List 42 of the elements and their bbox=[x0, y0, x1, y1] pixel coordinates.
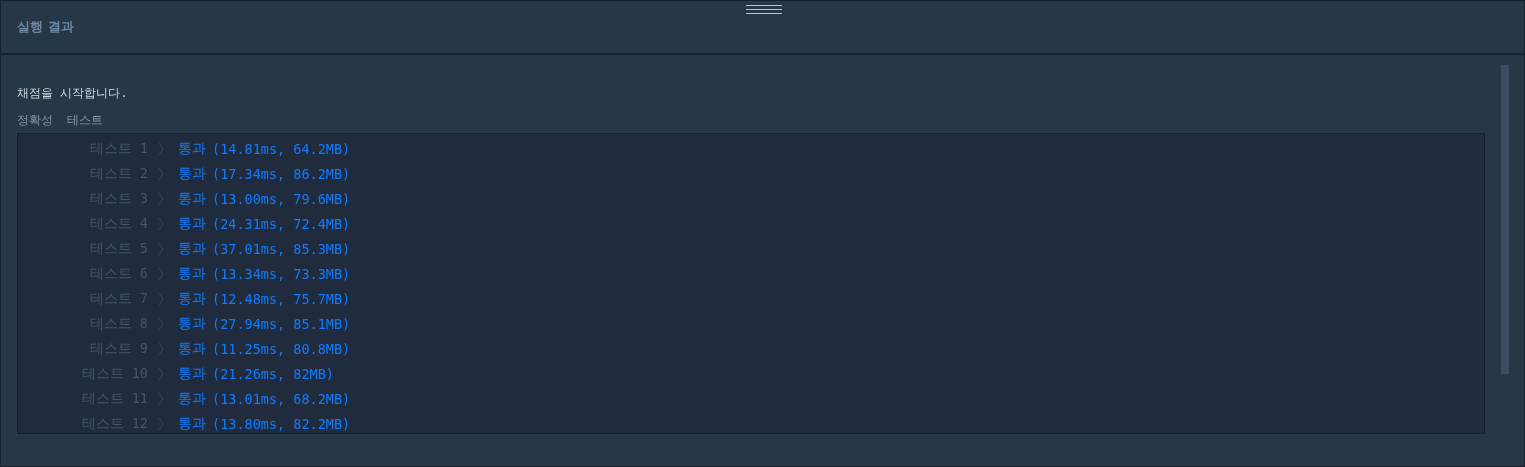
test-status: 통과 bbox=[178, 189, 206, 208]
test-detail: (24.31ms, 72.4MB) bbox=[212, 215, 351, 232]
section-label: 테스트 bbox=[67, 111, 103, 129]
test-detail: (14.81ms, 64.2MB) bbox=[212, 140, 351, 157]
test-detail: (13.80ms, 82.2MB) bbox=[212, 415, 351, 432]
chevron-icon bbox=[158, 191, 164, 206]
test-detail: (13.01ms, 68.2MB) bbox=[212, 390, 351, 407]
test-detail: (27.94ms, 85.1MB) bbox=[212, 315, 351, 332]
section-label: 정확성 bbox=[17, 111, 53, 129]
chevron-icon bbox=[158, 166, 164, 181]
test-status: 통과 bbox=[178, 364, 206, 383]
test-status: 통과 bbox=[178, 389, 206, 408]
test-status: 통과 bbox=[178, 214, 206, 233]
test-status: 통과 bbox=[178, 414, 206, 433]
test-status: 통과 bbox=[178, 264, 206, 283]
test-status: 통과 bbox=[178, 339, 206, 358]
chevron-icon bbox=[158, 416, 164, 431]
test-detail: (37.01ms, 85.3MB) bbox=[212, 240, 351, 257]
chevron-icon bbox=[158, 316, 164, 331]
test-detail: (13.34ms, 73.3MB) bbox=[212, 265, 351, 282]
test-detail: (12.48ms, 75.7MB) bbox=[212, 290, 351, 307]
status-message: 채점을 시작합니다. bbox=[17, 85, 129, 101]
chevron-icon bbox=[158, 366, 164, 381]
chevron-icon bbox=[158, 291, 164, 306]
chevron-icon bbox=[158, 391, 164, 406]
drag-handle-icon[interactable] bbox=[745, 4, 783, 15]
chevron-icon bbox=[158, 141, 164, 156]
scrollbar[interactable] bbox=[1501, 65, 1509, 374]
test-status: 통과 bbox=[178, 239, 206, 258]
chevron-icon bbox=[158, 241, 164, 256]
test-detail: (11.25ms, 80.8MB) bbox=[212, 340, 351, 357]
test-detail: (21.26ms, 82MB) bbox=[212, 365, 334, 382]
test-status: 통과 bbox=[178, 139, 206, 158]
test-detail: (17.34ms, 86.2MB) bbox=[212, 165, 351, 182]
test-status: 통과 bbox=[178, 314, 206, 333]
test-status: 통과 bbox=[178, 289, 206, 308]
chevron-icon bbox=[158, 341, 164, 356]
test-detail: (13.00ms, 79.6MB) bbox=[212, 190, 351, 207]
test-status: 통과 bbox=[178, 164, 206, 183]
panel-title: 실행 결과 bbox=[17, 18, 74, 36]
chevron-icon bbox=[158, 216, 164, 231]
chevron-icon bbox=[158, 266, 164, 281]
